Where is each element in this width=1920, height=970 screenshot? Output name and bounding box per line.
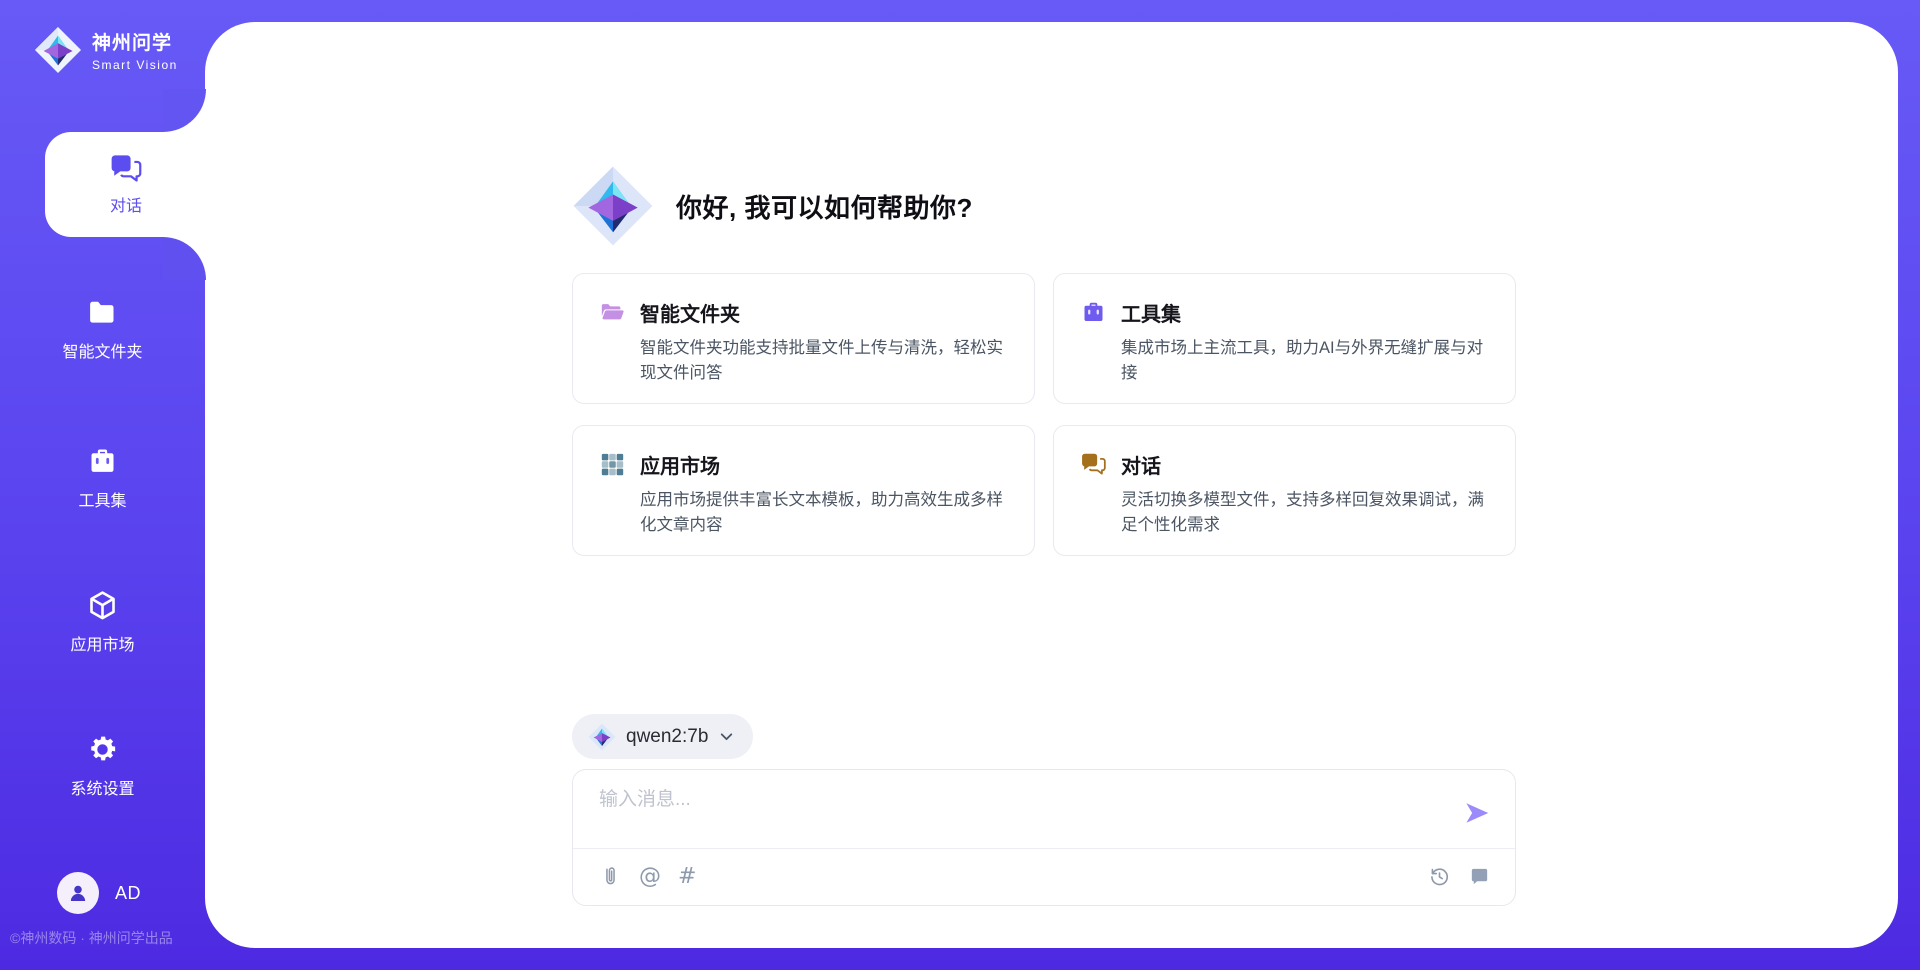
card-description: 集成市场上主流工具，助力AI与外界无缝扩展与对接 — [1121, 336, 1489, 386]
card-title: 工具集 — [1121, 298, 1181, 327]
sidebar-item-label: 工具集 — [78, 487, 126, 511]
brand-subtitle: Smart Vision — [92, 58, 178, 72]
grid-icon — [599, 451, 626, 478]
feature-card-tools[interactable]: 工具集 集成市场上主流工具，助力AI与外界无缝扩展与对接 — [1053, 273, 1516, 404]
history-button[interactable] — [1428, 865, 1451, 888]
active-tab-fillet-bottom — [163, 237, 206, 280]
card-description: 智能文件夹功能支持批量文件上传与清洗，轻松实现文件问答 — [640, 336, 1008, 386]
feature-card-chat[interactable]: 对话 灵活切换多模型文件，支持多样回复效果调试，满足个性化需求 — [1053, 425, 1516, 556]
sidebar-item-chat[interactable]: 对话 — [45, 132, 207, 237]
sidebar-item-tools[interactable]: 工具集 — [0, 445, 205, 511]
card-title: 智能文件夹 — [640, 298, 740, 327]
composer-tools-right — [1428, 865, 1491, 888]
brand-diamond-icon — [34, 26, 82, 74]
model-logo-icon — [588, 723, 616, 751]
gear-icon — [86, 733, 119, 766]
paperclip-icon — [599, 865, 622, 888]
greeting-title: 你好, 我可以如何帮助你? — [676, 188, 973, 225]
assistant-logo-icon — [572, 165, 654, 247]
composer-divider — [573, 848, 1515, 849]
feature-cards: 智能文件夹 智能文件夹功能支持批量文件上传与清洗，轻松实现文件问答 工具集 集成… — [572, 273, 1516, 556]
greeting: 你好, 我可以如何帮助你? — [572, 165, 973, 247]
mention-button[interactable]: @ — [639, 866, 661, 888]
sidebar: 神州问学 Smart Vision 对话 智能文件夹 工具集 应用市场 — [0, 0, 205, 970]
at-icon: @ — [639, 866, 661, 888]
composer-tools-left: @ # — [599, 865, 696, 888]
hash-icon: # — [678, 866, 696, 888]
person-icon — [65, 880, 91, 906]
feature-card-market[interactable]: 应用市场 应用市场提供丰富长文本模板，助力高效生成多样化文章内容 — [572, 425, 1035, 556]
send-icon — [1462, 798, 1492, 828]
model-name: qwen2:7b — [626, 726, 708, 748]
sidebar-item-label: 系统设置 — [70, 775, 134, 799]
quick-chat-button[interactable] — [1468, 865, 1491, 888]
history-icon — [1428, 865, 1451, 888]
sidebar-item-label: 应用市场 — [70, 631, 134, 655]
brand-logo: 神州问学 Smart Vision — [34, 26, 178, 74]
composer-toolbar: @ # — [599, 865, 1491, 888]
cube-icon — [86, 589, 119, 622]
sidebar-item-settings[interactable]: 系统设置 — [0, 733, 205, 799]
chat-icon — [1080, 451, 1107, 478]
chevron-down-icon — [718, 728, 735, 745]
main-panel: 你好, 我可以如何帮助你? 智能文件夹 智能文件夹功能支持批量文件上传与清洗，轻… — [205, 22, 1898, 948]
brand-text: 神州问学 Smart Vision — [92, 28, 178, 72]
send-button[interactable] — [1461, 798, 1493, 830]
sidebar-item-market[interactable]: 应用市场 — [0, 589, 205, 655]
chat-icon — [109, 153, 143, 185]
feature-card-folders[interactable]: 智能文件夹 智能文件夹功能支持批量文件上传与清洗，轻松实现文件问答 — [572, 273, 1035, 404]
sidebar-item-label: 对话 — [110, 192, 142, 216]
brand-name: 神州问学 — [92, 28, 178, 55]
active-tab-fillet-top — [163, 89, 206, 132]
briefcase-icon — [1080, 299, 1107, 326]
message-input[interactable] — [599, 784, 1439, 842]
sidebar-item-folders[interactable]: 智能文件夹 — [0, 296, 205, 362]
composer: @ # — [572, 769, 1516, 906]
folder-open-icon — [599, 299, 626, 326]
model-selector[interactable]: qwen2:7b — [572, 714, 753, 759]
folder-icon — [86, 296, 119, 329]
copyright-text: ©神州数码 · 神州问学出品 — [10, 928, 173, 948]
card-title: 应用市场 — [640, 450, 720, 479]
avatar — [57, 872, 99, 914]
card-description: 应用市场提供丰富长文本模板，助力高效生成多样化文章内容 — [640, 488, 1008, 538]
sidebar-item-label: 智能文件夹 — [62, 338, 142, 362]
topic-button[interactable]: # — [678, 866, 696, 888]
card-title: 对话 — [1121, 450, 1161, 479]
user-profile[interactable]: AD — [57, 872, 141, 914]
main-content: 你好, 我可以如何帮助你? 智能文件夹 智能文件夹功能支持批量文件上传与清洗，轻… — [572, 22, 1516, 948]
briefcase-icon — [86, 445, 119, 478]
user-initials: AD — [115, 883, 141, 904]
attach-button[interactable] — [599, 865, 622, 888]
chat-bubble-icon — [1468, 865, 1491, 888]
card-description: 灵活切换多模型文件，支持多样回复效果调试，满足个性化需求 — [1121, 488, 1489, 538]
